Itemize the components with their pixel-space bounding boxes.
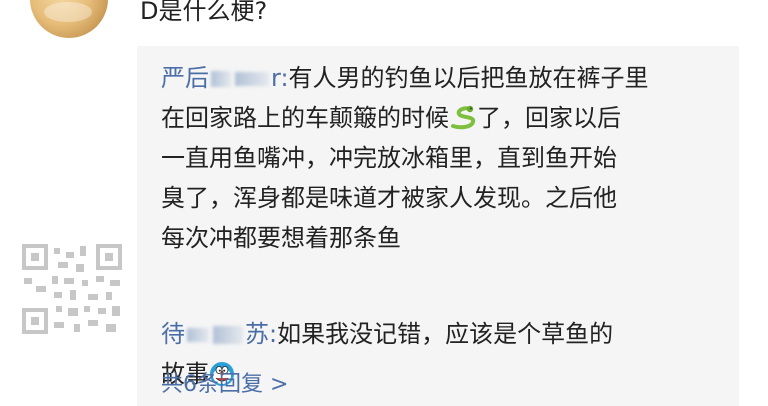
weibo-comment-view: D是什么梗? 严后 r:有人男的钓鱼以后把鱼放在裤子里 在回家路上的车颠簸的时候… — [0, 0, 768, 406]
reply-text-line: 了，回家以后 — [477, 104, 621, 132]
reply-text-line: 如果我没记错，应该是个草鱼的 — [277, 320, 614, 348]
snake-emoji-icon — [451, 105, 476, 130]
reply-username[interactable]: 严后 r: — [161, 64, 289, 92]
replies-box: 严后 r:有人男的钓鱼以后把鱼放在裤子里 在回家路上的车颠簸的时候 了，回家以后 … — [137, 46, 739, 406]
more-replies-link[interactable]: 共6条回复 > — [161, 368, 288, 402]
reply-item: 严后 r:有人男的钓鱼以后把鱼放在裤子里 在回家路上的车颠簸的时候 了，回家以后 … — [161, 58, 721, 258]
blurred-name-part — [187, 328, 209, 342]
reply-text-line: 在回家路上的车颠簸的时候 — [161, 104, 449, 132]
comment-text: D是什么梗? — [140, 0, 268, 25]
reply-text-line: 每次冲都要想着那条鱼 — [161, 224, 401, 252]
blurred-name-part — [213, 326, 243, 344]
reply-text-line: 一直用鱼嘴冲，冲完放冰箱里，直到鱼开始 — [161, 144, 617, 172]
blurred-name-part — [235, 72, 269, 86]
blurred-name-part — [211, 71, 231, 87]
reply-text-line: 臭了，浑身都是味道才被家人发现。之后他 — [161, 184, 617, 212]
reply-text-line: 有人男的钓鱼以后把鱼放在裤子里 — [288, 64, 649, 92]
qr-code-watermark — [22, 244, 122, 334]
user-avatar[interactable] — [30, 0, 108, 38]
reply-username[interactable]: 待苏: — [161, 320, 277, 348]
